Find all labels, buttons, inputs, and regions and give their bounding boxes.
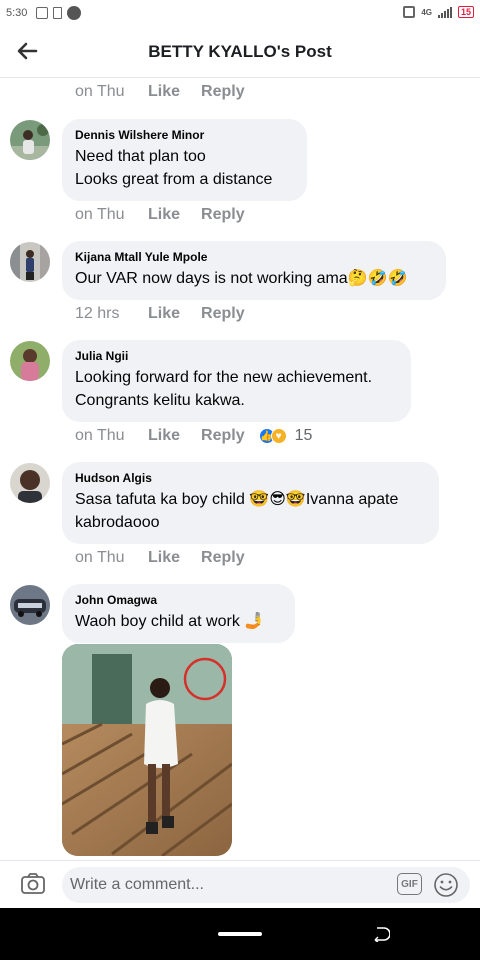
reply-button[interactable]: Reply [201,549,245,567]
like-button[interactable]: Like [148,206,180,224]
reply-button[interactable]: Reply [201,305,245,323]
reaction-count[interactable]: 15 [295,427,313,445]
reply-button[interactable]: Reply [201,206,245,224]
post-header: BETTY KYALLO's Post [0,26,480,78]
comment-actions: on Thu Like Reply [75,549,245,567]
comment-actions: on Thu Like Reply 👍 ♥ 15 [75,427,312,445]
status-bar: 5:30 4G 15 [0,0,480,26]
comment-time: on Thu [75,549,125,566]
comment-text: Waoh boy child at work 🤳 [75,613,265,630]
comment-text: Sasa tafuta ka boy child 🤓😎🤓Ivanna apate… [75,491,399,531]
comments-list[interactable]: on Thu Like Reply Dennis Wilshere Minor … [0,78,480,860]
avatar[interactable] [10,585,50,625]
gif-button[interactable]: GIF [397,873,422,895]
comment-author[interactable]: John Omagwa [75,593,282,607]
signal-icon [437,6,452,18]
reply-button[interactable]: Reply [201,83,245,101]
comment-actions: on Thu Like Reply [75,83,245,101]
comment-bubble[interactable]: John Omagwa Waoh boy child at work 🤳 [62,584,295,643]
avatar[interactable] [10,463,50,503]
status-icons-left [36,6,81,20]
system-nav-bar [0,908,480,960]
comment-text: Our VAR now days is not working ama🤔🤣🤣 [75,270,408,287]
comment-actions: 12 hrs Like Reply [75,305,245,323]
comment-text: Need that plan too Looks great from a di… [75,148,273,188]
sim-icon [53,7,62,19]
status-time: 5:30 [6,7,28,19]
system-back-icon[interactable] [372,926,390,942]
status-icons-right: 4G 15 [403,6,474,18]
comment-time: on Thu [75,206,125,223]
comment-bubble[interactable]: Hudson Algis Sasa tafuta ka boy child 🤓😎… [62,462,439,544]
camera-icon[interactable] [20,871,46,897]
home-gesture-bar[interactable] [218,932,262,936]
like-button[interactable]: Like [148,427,180,445]
comment-time: 12 hrs [75,305,120,322]
like-button[interactable]: Like [148,83,180,101]
comment-time: on Thu [75,83,125,100]
comment-text: Looking forward for the new achievement.… [75,369,373,409]
avatar[interactable] [10,120,50,160]
vibrate-icon [403,6,416,18]
network-label: 4G [421,7,432,17]
comment-composer: GIF [0,860,480,908]
comment-author[interactable]: Dennis Wilshere Minor [75,128,294,142]
comment-author[interactable]: Hudson Algis [75,471,426,485]
care-reaction-icon: ♥ [270,428,287,444]
comment-actions: on Thu Like Reply [75,206,245,224]
comment-time: on Thu [75,427,125,444]
avatar[interactable] [10,341,50,381]
avatar[interactable] [10,242,50,282]
notification-dot-icon [67,6,81,20]
like-button[interactable]: Like [148,305,180,323]
gallery-icon [36,7,48,19]
comment-photo[interactable] [62,644,232,856]
comment-author[interactable]: Julia Ngii [75,349,398,363]
page-title: BETTY KYALLO's Post [148,42,332,61]
battery-icon: 15 [457,6,474,18]
like-button[interactable]: Like [148,549,180,567]
comment-author[interactable]: Kijana Mtall Yule Mpole [75,250,433,264]
reactions-summary[interactable]: 👍 ♥ [258,428,287,444]
reply-button[interactable]: Reply [201,427,245,445]
comment-bubble[interactable]: Kijana Mtall Yule Mpole Our VAR now days… [62,241,446,300]
comment-bubble[interactable]: Julia Ngii Looking forward for the new a… [62,340,411,422]
comment-bubble[interactable]: Dennis Wilshere Minor Need that plan too… [62,119,307,201]
emoji-icon[interactable] [433,872,459,898]
